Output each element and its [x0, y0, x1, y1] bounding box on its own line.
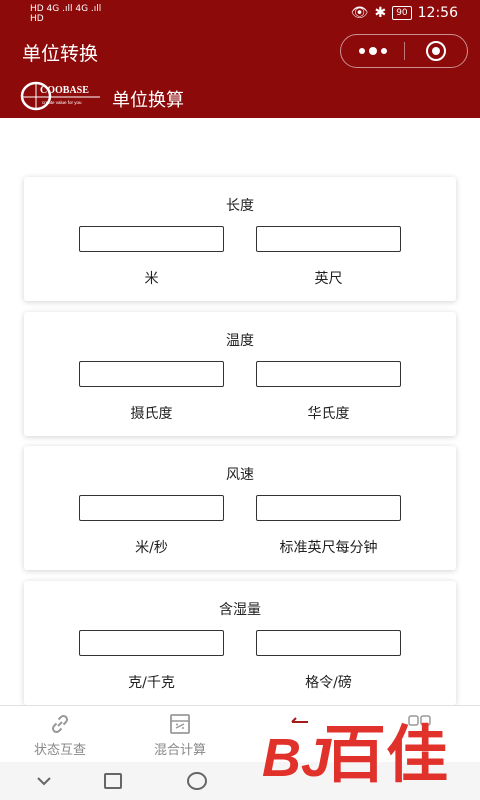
tab-label: 混合计算 [153, 743, 206, 758]
more-dots-icon[interactable] [341, 35, 404, 67]
unit-label-left: 克/千克 [128, 675, 175, 691]
tab-status-check[interactable]: 状态互查 [0, 706, 120, 763]
watermark-logo: BJ 百佳 [262, 718, 448, 786]
status-bar: HD 4G .ıll 4G .ıll HD 👁 ✱ 90 12:56 [0, 0, 480, 28]
bluetooth-icon: ✱ [374, 5, 387, 21]
converter-card-length: 长度 米 英尺 [24, 177, 456, 301]
brand-bar: COOBASE create value for you 单位换算 [0, 76, 480, 118]
tab-mixed-calc[interactable]: 混合计算 [120, 706, 240, 763]
svg-text:BJ: BJ [262, 728, 332, 786]
unit-label-right: 英尺 [314, 271, 343, 287]
battery-indicator: 90 [392, 6, 412, 20]
eye-icon: 👁 [350, 5, 369, 21]
converter-card-humidity-ratio: 含湿量 克/千克 格令/磅 [24, 581, 456, 705]
svg-text:COOBASE: COOBASE [40, 85, 89, 96]
signal-line-2: HD [30, 14, 44, 24]
clock: 12:56 [417, 5, 458, 21]
home-circle-icon[interactable] [187, 772, 207, 790]
calculator-icon [170, 714, 190, 734]
unit-label-left: 摄氏度 [130, 406, 173, 422]
signal-indicators: HD 4G .ıll 4G .ıll HD [30, 4, 101, 24]
recent-apps-icon[interactable] [104, 773, 122, 789]
back-chevron-icon[interactable] [36, 773, 52, 789]
signal-line-1: HD 4G .ıll 4G .ıll [30, 4, 102, 14]
converter-card-temperature: 温度 摄氏度 华氏度 [24, 312, 456, 436]
scfm-input[interactable] [256, 495, 401, 521]
miniprogram-capsule [340, 34, 468, 68]
title-bar: 单位转换 [0, 28, 480, 76]
svg-text:百佳: 百佳 [324, 718, 448, 786]
unit-label-left: 米 [144, 271, 159, 287]
card-title: 含湿量 [219, 602, 261, 618]
card-title: 风速 [226, 467, 254, 483]
target-close-icon[interactable] [405, 35, 467, 67]
brand-title: 单位换算 [112, 90, 184, 111]
card-title: 长度 [226, 198, 254, 214]
fahrenheit-input[interactable] [256, 361, 401, 387]
unit-label-right: 标准英尺每分钟 [279, 540, 378, 556]
tab-label: 状态互查 [33, 743, 86, 758]
converter-card-wind-speed: 风速 米/秒 标准英尺每分钟 [24, 446, 456, 570]
celsius-input[interactable] [79, 361, 224, 387]
coobase-logo: COOBASE create value for you [20, 81, 100, 111]
unit-label-right: 格令/磅 [305, 675, 352, 691]
feet-input[interactable] [256, 226, 401, 252]
unit-label-left: 米/秒 [135, 540, 168, 556]
link-icon [51, 714, 69, 734]
card-title: 温度 [226, 333, 254, 349]
meter-input[interactable] [79, 226, 224, 252]
grams-per-kg-input[interactable] [79, 630, 224, 656]
svg-text:create value for you: create value for you [42, 100, 82, 105]
grains-per-pound-input[interactable] [256, 630, 401, 656]
page-title: 单位转换 [22, 43, 99, 65]
unit-label-right: 华氏度 [307, 406, 350, 422]
meters-per-second-input[interactable] [79, 495, 224, 521]
